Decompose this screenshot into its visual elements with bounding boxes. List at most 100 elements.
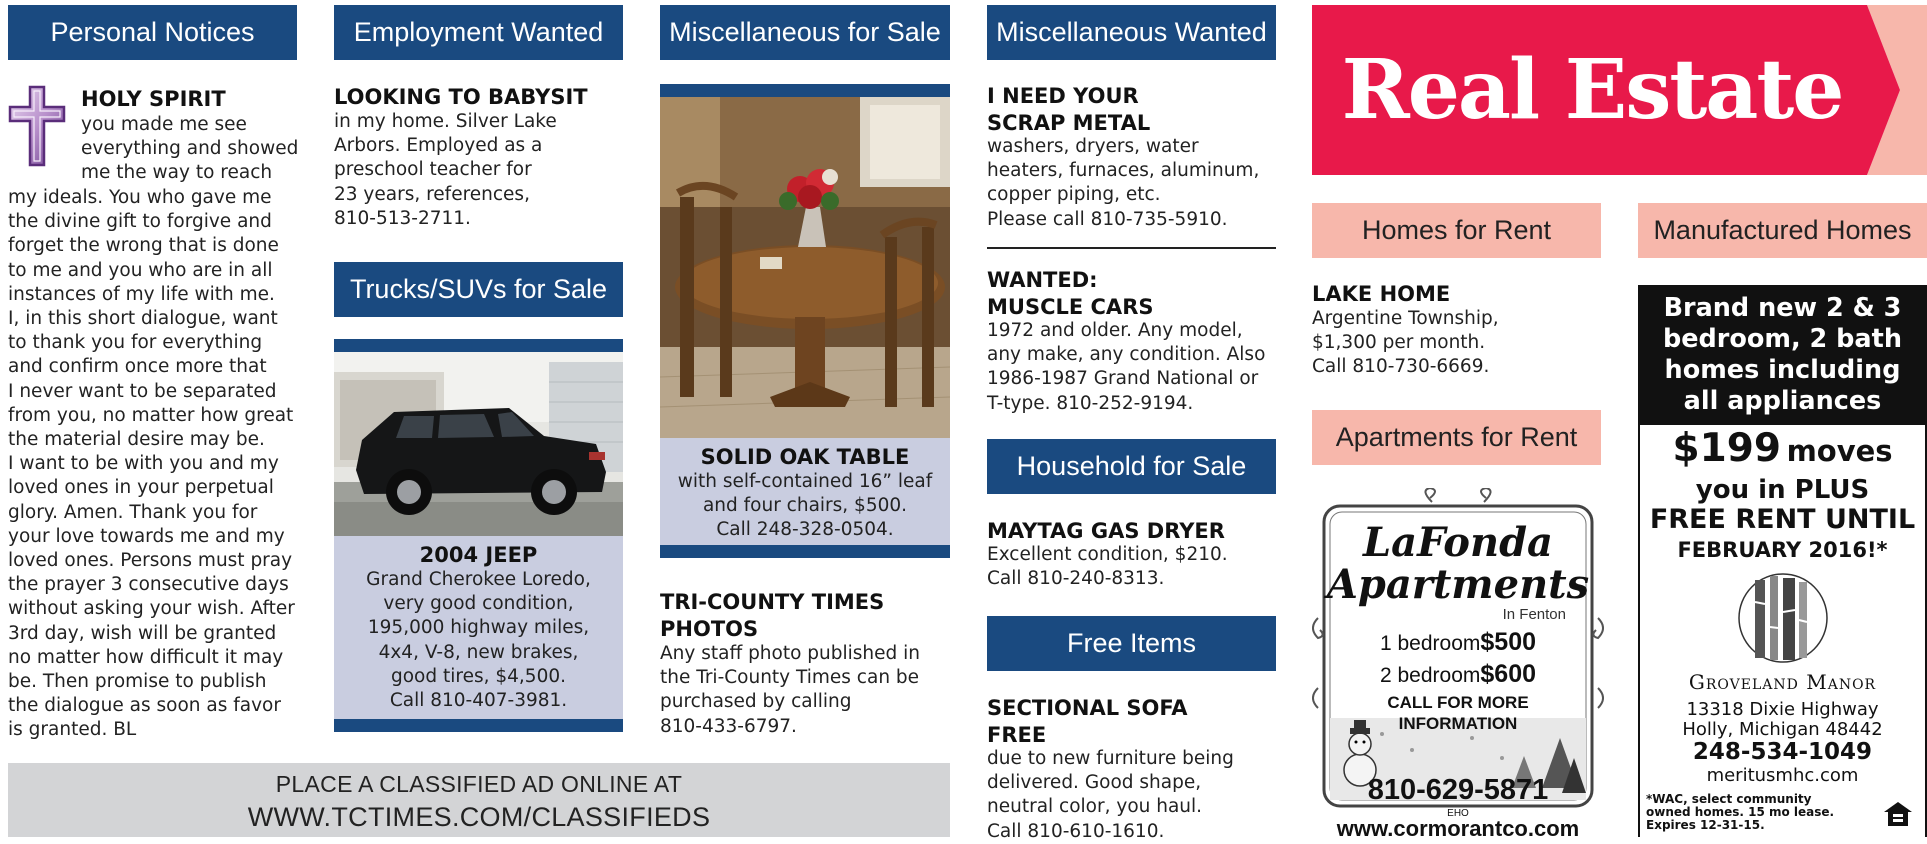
text-line: loved ones in your perpetual [8, 477, 274, 499]
text-line: without asking your wish. After [8, 598, 295, 620]
text-line: 3rd day, wish will be granted [8, 622, 277, 644]
title-line: MUSCLE CARS [987, 295, 1154, 319]
equal-housing-icon [1883, 801, 1913, 827]
ad-body-photos: Any staff photo published in the Tri-Coun… [660, 642, 950, 739]
ad-title-oak-table: SOLID OAK TABLE [700, 445, 910, 469]
text-line: Please call 810-735-5910. [987, 208, 1228, 230]
text-line: 1986-1987 Grand National or [987, 368, 1259, 390]
text-line: I, in this short dialogue, want [8, 308, 278, 330]
text-line: very good condition, [383, 593, 574, 615]
text-line: be. Then promise to publish [8, 671, 267, 693]
text-line: and confirm once more that [8, 356, 267, 378]
address-line: Holly, Michigan 48442 [1682, 719, 1883, 740]
oak-table-photo [660, 97, 950, 438]
text-line: 195,000 highway miles, [367, 617, 590, 639]
ad-body-lake-home: Argentine Township, $1,300 per month. Call… [1312, 307, 1602, 380]
groveland-fine-print: *WAC, select community owned homes. 15 m… [1646, 793, 1925, 832]
section-header-free-items: Free Items [987, 616, 1276, 671]
birch-tree-logo [1640, 572, 1925, 664]
groveland-phone[interactable]: 248-534-1049 [1640, 740, 1925, 765]
text-line: the prayer 3 consecutive days [8, 574, 289, 596]
groveland-address: 13318 Dixie Highway Holly, Michigan 4844… [1640, 700, 1925, 740]
text-line: 810-433-6797. [660, 715, 797, 737]
jeep-photo [334, 352, 623, 536]
text-line: preschool teacher for [334, 159, 532, 181]
text-line: any make, any condition. Also [987, 344, 1266, 366]
notice-title: HOLY SPIRIT [81, 87, 226, 111]
text-line: from you, no matter how great [8, 404, 294, 426]
ad-body-sofa: due to new furniture being delivered. Goo… [987, 747, 1279, 844]
lafonda-bed-1: 1 bedroom$500 [1312, 628, 1604, 657]
text-line: you made me see [81, 114, 247, 135]
lafonda-call: CALL FOR MORE INFORMATION [1312, 692, 1604, 734]
text-line: 810-513-2711. [334, 207, 471, 229]
text-line: loved ones. Persons must pray [8, 550, 293, 572]
section-header-household-for-sale: Household for Sale [987, 439, 1276, 494]
bed-price: $600 [1480, 660, 1537, 688]
text-line: good tires, $4,500. [391, 665, 566, 687]
ad-title-scrap-metal: I NEED YOUR SCRAP METAL [987, 83, 1150, 137]
lafonda-name-1: LaFonda [1363, 519, 1553, 566]
text-line: Call 810-730-6669. [1312, 356, 1490, 378]
text-line: and four chairs, $500. [702, 495, 908, 517]
offer-price: $199 [1672, 426, 1781, 471]
cross-icon [8, 85, 66, 167]
lafonda-phone[interactable]: 810-629-5871 [1312, 774, 1604, 807]
headline-line: homes including [1664, 355, 1901, 385]
groveland-offer: $199 moves you in PLUS FREE RENT UNTIL F… [1640, 429, 1925, 564]
ad-body-scrap-metal: washers, dryers, water heaters, furnaces,… [987, 135, 1279, 232]
text-line: me the way to reach [81, 162, 273, 184]
text-line: is granted. BL [8, 719, 137, 741]
text-line: Any staff photo published in [660, 643, 921, 664]
text-line: neutral color, you haul. [987, 796, 1203, 818]
section-header-misc-for-sale: Miscellaneous for Sale [660, 5, 950, 60]
groveland-ad: Brand new 2 & 3 bedroom, 2 bath homes in… [1638, 285, 1927, 837]
offer-line: you in PLUS [1695, 475, 1870, 505]
banner-line-1: PLACE A CLASSIFIED AD ONLINE AT [275, 771, 683, 797]
section-header-employment-wanted: Employment Wanted [334, 5, 623, 60]
ad-body-muscle-cars: 1972 and older. Any model, any make, any … [987, 319, 1279, 416]
text-line: the material desire may be. [8, 429, 265, 451]
text-line: delivered. Good shape, [987, 772, 1202, 794]
lafonda-ad: LaFonda Apartments In Fenton 1 bedroom$5… [1312, 488, 1604, 837]
text-line: Call 810-407-3981. [389, 690, 568, 712]
section-header-misc-wanted: Miscellaneous Wanted [987, 5, 1276, 60]
text-line: Call 810-610-1610. [987, 820, 1165, 842]
ad-body-babysit: in my home. Silver Lake Arbors. Employed … [334, 110, 624, 231]
banner-line-2[interactable]: WWW.TCTIMES.COM/CLASSIFIEDS [8, 802, 950, 833]
call-line: CALL FOR MORE [1387, 693, 1529, 712]
text-line: T-type. 810-252-9194. [987, 392, 1194, 414]
text-line: 23 years, references, [334, 183, 530, 205]
text-line: Argentine Township, [1312, 308, 1499, 329]
real-estate-title: Real Estate [1341, 42, 1845, 138]
ad-title-muscle-cars: WANTED: MUSCLE CARS [987, 267, 1153, 321]
ad-title-photos: TRI-COUNTY TIMES PHOTOS [660, 589, 884, 643]
section-header-manufactured-homes: Manufactured Homes [1638, 203, 1927, 258]
text-line: I want to be with you and my [8, 453, 279, 475]
title-line: TRI-COUNTY TIMES [660, 590, 885, 614]
lafonda-name-2: Apartments [1326, 561, 1590, 608]
section-header-personal-notices: Personal Notices [8, 5, 297, 60]
ad-body-dryer: Excellent condition, $210. Call 810-240-8… [987, 543, 1279, 591]
section-header-homes-for-rent: Homes for Rent [1312, 203, 1601, 258]
groveland-name: Groveland Manor [1688, 670, 1877, 694]
text-line: 4x4, V-8, new brakes, [378, 641, 579, 663]
lafonda-website[interactable]: www.cormorantco.com [1312, 816, 1604, 837]
bed-label: 2 bedroom [1379, 664, 1481, 687]
text-line: in my home. Silver Lake [334, 111, 557, 132]
title-line: SCRAP METAL [987, 111, 1151, 135]
text-line: no matter how difficult it may [8, 646, 284, 668]
groveland-website[interactable]: meritusmhc.com [1640, 765, 1925, 787]
offer-line: FEBRUARY 2016!* [1677, 538, 1888, 562]
title-line: FREE [987, 723, 1047, 747]
ad-body-oak-table: with self-contained 16” leaf and four cha… [660, 470, 950, 543]
text-line: I never want to be separated [8, 380, 277, 402]
ad-title-lake-home: LAKE HOME [1312, 282, 1451, 306]
text-line: Call 810-240-8313. [987, 568, 1165, 590]
bed-price: $500 [1480, 628, 1537, 656]
classified-online-banner[interactable]: PLACE A CLASSIFIED AD ONLINE AT WWW.TCTI… [8, 763, 950, 837]
groveland-headline: Brand new 2 & 3 bedroom, 2 bath homes in… [1640, 287, 1925, 425]
offer-line: FREE RENT UNTIL [1649, 504, 1916, 535]
text-line: my ideals. You who gave me [8, 187, 272, 208]
ad-title-dryer: MAYTAG GAS DRYER [987, 519, 1225, 543]
